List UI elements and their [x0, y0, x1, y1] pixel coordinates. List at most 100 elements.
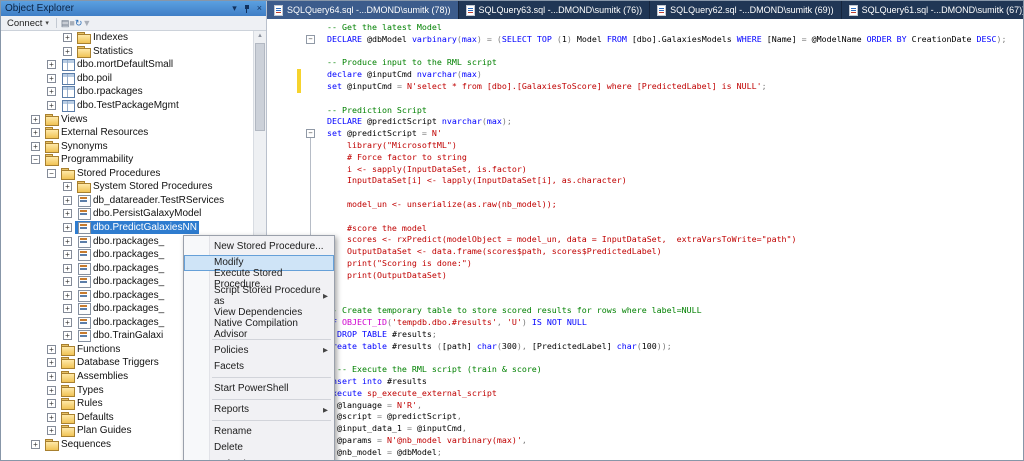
tree-item-content: dbo.rpackages_: [75, 316, 166, 329]
menu-item-start-powershell[interactable]: Start PowerShell: [184, 380, 334, 397]
tree-item[interactable]: +Indexes: [1, 31, 253, 45]
connect-button[interactable]: Connect ▾: [4, 18, 52, 29]
table-icon: [61, 86, 74, 97]
tree-item-content: dbo.rpackages_: [75, 289, 166, 302]
tree-item[interactable]: −Stored Procedures: [1, 167, 253, 181]
tree-item-content: Synonyms: [43, 140, 110, 153]
tree-item[interactable]: +System Stored Procedures: [1, 180, 253, 194]
menu-separator: [212, 377, 331, 378]
menu-item-rename[interactable]: Rename: [184, 423, 334, 440]
expand-expander-icon[interactable]: +: [47, 60, 56, 69]
expand-expander-icon[interactable]: +: [31, 440, 40, 449]
expand-expander-icon[interactable]: +: [47, 345, 56, 354]
tree-item[interactable]: +Synonyms: [1, 139, 253, 153]
tree-item[interactable]: −Programmability: [1, 153, 253, 167]
menu-item-facets[interactable]: Facets: [184, 359, 334, 376]
tree-item-label: dbo.rpackages_: [93, 303, 164, 314]
menu-item-label: View Dependencies: [214, 307, 302, 318]
code-line: scores <- rxPredict(modelObject = model_…: [327, 234, 1007, 246]
expand-expander-icon[interactable]: +: [63, 209, 72, 218]
filter-icon[interactable]: ▼: [82, 18, 91, 28]
tab-label: SQLQuery62.sql -...DMOND\sumitk (69)): [670, 5, 834, 15]
expand-expander-icon[interactable]: +: [47, 372, 56, 381]
expand-expander-icon[interactable]: +: [63, 291, 72, 300]
expand-expander-icon[interactable]: +: [47, 399, 56, 408]
expand-expander-icon[interactable]: +: [31, 142, 40, 151]
stored-procedure-icon: [77, 317, 90, 328]
code-line: @nb_model = @dbModel;: [327, 447, 1007, 459]
expand-expander-icon[interactable]: +: [63, 33, 72, 42]
folder-icon: [77, 181, 90, 192]
tree-item[interactable]: +Statistics: [1, 45, 253, 59]
collapse-expander-icon[interactable]: −: [47, 169, 56, 178]
scroll-up-icon[interactable]: ▲: [254, 31, 266, 41]
document-tab[interactable]: SQLQuery63.sql -...DMOND\sumitk (76)): [459, 1, 651, 19]
expand-expander-icon[interactable]: +: [47, 87, 56, 96]
tree-item[interactable]: +dbo.rpackages: [1, 85, 253, 99]
expand-expander-icon[interactable]: +: [47, 386, 56, 395]
tree-item[interactable]: +Views: [1, 112, 253, 126]
tree-item[interactable]: +dbo.poil: [1, 72, 253, 86]
expand-expander-icon[interactable]: +: [63, 277, 72, 286]
tab-label: SQLQuery61.sql -...DMOND\sumitk (67)): [862, 5, 1023, 15]
expand-expander-icon[interactable]: +: [63, 331, 72, 340]
folder-icon: [77, 46, 90, 57]
expand-expander-icon[interactable]: +: [63, 264, 72, 273]
close-icon[interactable]: ×: [257, 4, 262, 13]
menu-item-refresh[interactable]: Refresh: [184, 456, 334, 461]
expand-expander-icon[interactable]: +: [63, 304, 72, 313]
expand-expander-icon[interactable]: +: [63, 182, 72, 191]
menu-separator: [212, 399, 331, 400]
window-menu-icon[interactable]: ▾: [232, 4, 237, 13]
expand-expander-icon[interactable]: +: [63, 250, 72, 259]
tree-item[interactable]: +dbo.TestPackageMgmt: [1, 99, 253, 113]
document-tab[interactable]: SQLQuery62.sql -...DMOND\sumitk (69)): [650, 1, 842, 19]
code-line: create table #results ([path] char(300),…: [327, 341, 1007, 353]
expand-expander-icon[interactable]: +: [47, 426, 56, 435]
menu-item-new-stored-procedure[interactable]: New Stored Procedure...: [184, 238, 334, 255]
tree-item[interactable]: +External Resources: [1, 126, 253, 140]
document-tab[interactable]: SQLQuery64.sql -...DMOND\sumitk (78)): [267, 1, 459, 19]
table-icon: [61, 59, 74, 70]
expand-expander-icon[interactable]: +: [63, 237, 72, 246]
expand-expander-icon[interactable]: +: [47, 358, 56, 367]
menu-item-script-stored-procedure-as[interactable]: Script Stored Procedure as▶: [184, 288, 334, 305]
tree-item[interactable]: +dbo.PredictGalaxiesNN: [1, 221, 253, 235]
stored-procedure-icon: [77, 236, 90, 247]
code-line: [327, 293, 1007, 305]
tree-item-content: Rules: [59, 397, 105, 410]
tree-item-label: dbo.mortDefaultSmall: [77, 59, 173, 70]
menu-item-reports[interactable]: Reports▶: [184, 402, 334, 419]
menu-item-label: Reports: [214, 404, 249, 415]
expand-expander-icon[interactable]: +: [63, 196, 72, 205]
context-menu: New Stored Procedure...ModifyExecute Sto…: [183, 235, 335, 461]
sql-editor[interactable]: -- Get the latest ModelDECLARE @dbModel …: [267, 19, 1023, 461]
tree-item[interactable]: + dbo.mortDefaultSmall: [1, 58, 253, 72]
scrollbar-thumb[interactable]: [255, 43, 265, 131]
menu-item-policies[interactable]: Policies▶: [184, 342, 334, 359]
tree-selection: dbo.PredictGalaxiesNN: [75, 221, 199, 234]
submenu-arrow-icon: ▶: [323, 346, 328, 354]
expand-expander-icon[interactable]: +: [63, 223, 72, 232]
fold-collapse-icon[interactable]: −: [306, 35, 315, 44]
folder-icon: [61, 344, 74, 355]
menu-item-delete[interactable]: Delete: [184, 440, 334, 457]
collapse-expander-icon[interactable]: −: [31, 155, 40, 164]
expand-expander-icon[interactable]: +: [31, 128, 40, 137]
panel-header-icons: ▾×: [232, 4, 262, 14]
expand-expander-icon[interactable]: +: [47, 74, 56, 83]
tree-item-content: Types: [59, 384, 106, 397]
document-tab[interactable]: SQLQuery61.sql -...DMOND\sumitk (67)): [842, 1, 1023, 19]
menu-item-native-compilation-advisor[interactable]: Native Compilation Advisor: [184, 321, 334, 338]
expand-expander-icon[interactable]: +: [63, 47, 72, 56]
tree-item-content: db_datareader.TestRServices: [75, 194, 226, 207]
expand-expander-icon[interactable]: +: [31, 115, 40, 124]
pin-icon[interactable]: [243, 4, 251, 14]
expand-expander-icon[interactable]: +: [47, 101, 56, 110]
tree-item-label: dbo.rpackages_: [93, 236, 164, 247]
expand-expander-icon[interactable]: +: [63, 318, 72, 327]
tree-item[interactable]: +dbo.PersistGalaxyModel: [1, 207, 253, 221]
expand-expander-icon[interactable]: +: [47, 413, 56, 422]
tree-item[interactable]: +db_datareader.TestRServices: [1, 194, 253, 208]
fold-collapse-icon[interactable]: −: [306, 129, 315, 138]
